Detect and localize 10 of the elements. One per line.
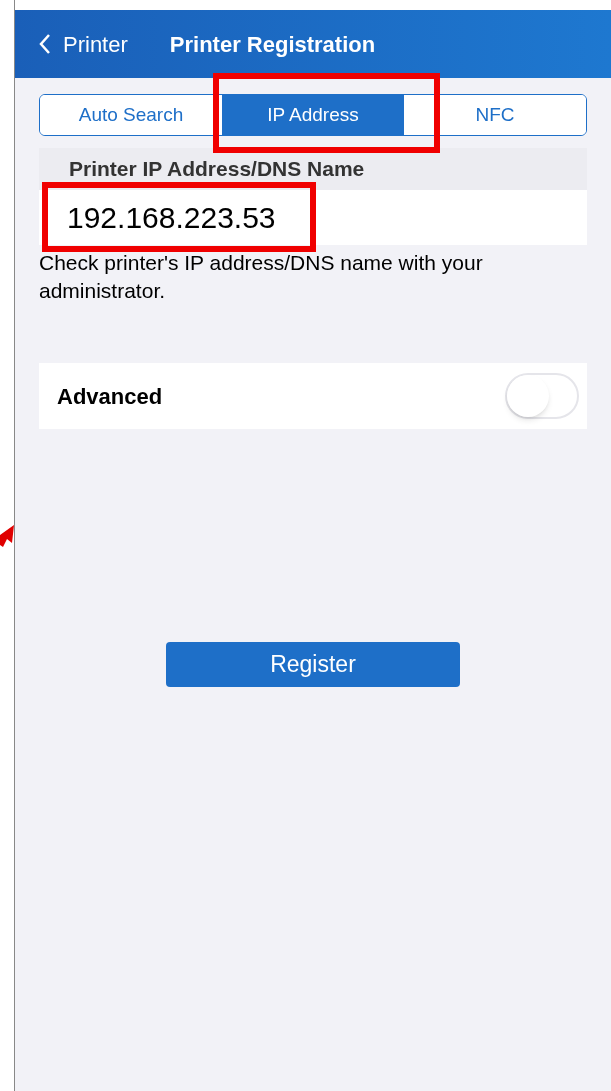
toggle-switch[interactable] [505,373,579,419]
back-button[interactable]: Printer [39,27,128,61]
back-label: Printer [63,30,128,59]
chevron-left-icon [39,33,51,55]
input-field[interactable]: 192.168.223.53 [39,190,587,245]
hint-text: Check printer's IP address/DNS name with your administrator. [39,250,484,304]
screen-title: Printer Registration [169,30,376,59]
register-button[interactable]: Register [166,642,460,687]
row-label: Advanced [57,382,163,411]
tab[interactable]: IP Address [222,95,404,135]
